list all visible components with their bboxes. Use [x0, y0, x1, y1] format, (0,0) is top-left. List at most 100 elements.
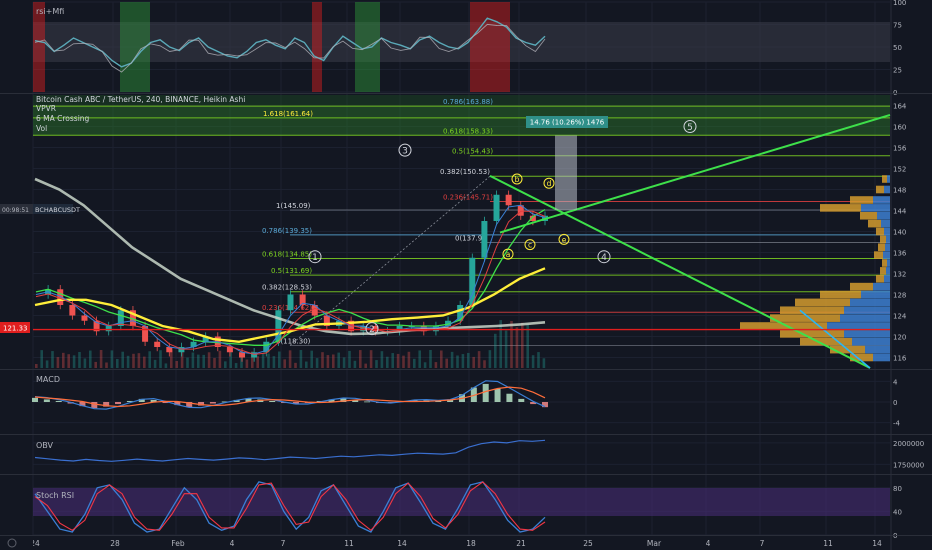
volume-bar-84 — [488, 350, 492, 368]
volume-bar-35 — [224, 361, 227, 368]
rsi-pane-title: rsi+Mfi — [36, 7, 64, 16]
time-tick-10: Mar — [647, 539, 662, 548]
vpvr-bar-orange-3 — [820, 204, 861, 212]
vpvr-bar-orange-10 — [882, 259, 887, 267]
vpvr-bar-blue-17 — [840, 314, 890, 322]
main-pane-title: Bitcoin Cash ABC / TetherUS, 240, BINANC… — [36, 95, 245, 104]
vpvr-bar-blue-12 — [884, 274, 890, 283]
symbol-tag-text: BCHABCUSDT — [35, 206, 80, 214]
volume-bar-64 — [380, 351, 384, 368]
volume-bar-65 — [386, 356, 389, 368]
vpvr-bar-blue-15 — [850, 298, 890, 307]
volume-bar-10 — [89, 350, 92, 368]
rsi-ticks-tick-3: 25 — [893, 67, 902, 75]
time-tick-14: 14 — [872, 539, 882, 548]
volume-bar-93 — [537, 352, 540, 368]
fib-label-7: 0.786(139.35) — [262, 227, 312, 235]
rsi-ticks-tick-0: 100 — [893, 0, 906, 7]
time-tick-7: 18 — [466, 539, 476, 548]
fib-label-11: 0.382(128.53) — [262, 284, 312, 292]
volume-bar-63 — [375, 360, 378, 368]
obv-ticks-tick-0: 2000000 — [893, 440, 924, 448]
volume-bar-83 — [483, 360, 486, 368]
measure-label-text: 14.76 (10.26%) 1476 — [530, 119, 605, 127]
volume-bar-86 — [499, 320, 502, 368]
macd-hist-bar-7 — [115, 402, 122, 405]
vpvr-bar-orange-2 — [850, 196, 873, 204]
obv-ticks-tick-1: 1750000 — [893, 461, 924, 469]
volume-bar-78 — [456, 355, 459, 368]
time-tick-9: 25 — [583, 539, 593, 548]
settings-corner[interactable] — [0, 536, 33, 550]
main-ticks-tick-4: 148 — [893, 187, 906, 195]
volume-bar-70 — [413, 358, 416, 368]
vpvr-bar-blue-6 — [884, 227, 890, 236]
volume-bar-61 — [364, 363, 367, 368]
vpvr-bar-orange-14 — [820, 290, 861, 299]
main-ticks-tick-3: 152 — [893, 166, 906, 174]
volume-bar-85 — [494, 333, 497, 368]
candle-body-38 — [493, 194, 500, 221]
volume-bar-42 — [261, 353, 265, 368]
volume-bar-71 — [418, 350, 421, 368]
left-price-tag-text: 00:98:51 — [2, 207, 29, 214]
rsi-ticks-tick-2: 50 — [893, 44, 902, 52]
time-tick-8: 21 — [516, 539, 526, 548]
vpvr-bar-blue-5 — [881, 219, 890, 228]
vpvr-bar-blue-1 — [884, 185, 890, 194]
main-ticks-tick-8: 132 — [893, 271, 906, 279]
symbol-tag[interactable]: BCHABCUSDT — [33, 204, 80, 214]
volume-bar-9 — [83, 358, 87, 368]
main-ticks-tick-9: 128 — [893, 292, 906, 300]
volume-bar-5 — [62, 352, 65, 368]
indicator-vpvr: VPVR — [36, 104, 56, 113]
volume-bar-73 — [429, 350, 432, 368]
candle-body-39 — [505, 194, 512, 206]
volume-bar-67 — [396, 353, 400, 368]
main-ticks-tick-6: 140 — [893, 229, 906, 237]
obv-pane-title: OBV — [36, 441, 54, 450]
volume-bar-14 — [110, 350, 114, 368]
main-ticks-tick-5: 144 — [893, 208, 907, 216]
vpvr-bar-orange-17 — [770, 314, 840, 322]
wave-correction-label-2: c — [528, 241, 532, 250]
volume-bar-24 — [164, 363, 168, 368]
volume-bar-30 — [197, 354, 200, 368]
volume-bar-32 — [207, 352, 211, 368]
main-ticks-tick-2: 156 — [893, 145, 907, 153]
fib-label-4: 0.382(150.53) — [440, 168, 490, 176]
volume-bar-34 — [218, 350, 222, 368]
vpvr-bar-orange-12 — [876, 274, 884, 283]
trading-chart[interactable]: rsi+Mfi 1007550250 0.786(163.88)1.618(16… — [0, 0, 932, 550]
volume-bar-46 — [283, 359, 286, 368]
macd-hist-bar-5 — [91, 402, 98, 409]
wave-correction-label-4: e — [562, 235, 567, 244]
volume-bar-12 — [99, 350, 103, 368]
volume-bar-28 — [186, 357, 189, 368]
volume-bar-68 — [402, 355, 405, 368]
volume-bar-17 — [126, 355, 130, 368]
volume-bar-77 — [450, 351, 454, 368]
candle-body-10 — [154, 341, 161, 347]
fib-label-1: 1.618(161.64) — [263, 110, 313, 118]
main-ticks-tick-0: 164 — [893, 103, 907, 111]
volume-bar-62 — [369, 350, 373, 368]
volume-bar-57 — [342, 357, 346, 368]
candle-body-37 — [481, 221, 488, 258]
volume-bar-20 — [143, 356, 146, 368]
vpvr-bar-orange-7 — [880, 235, 886, 244]
volume-bar-72 — [423, 362, 427, 368]
wave-impulse-label-3: 4 — [601, 253, 607, 263]
volume-bar-92 — [531, 355, 535, 368]
macd-pane-title: MACD — [36, 375, 60, 384]
fib-label-12: 0.236(124.62) — [262, 304, 312, 312]
macd-hist-bar-20 — [269, 400, 276, 402]
macd-hist-bar-15 — [209, 402, 216, 404]
vpvr-bar-blue-8 — [885, 243, 890, 252]
stoch-pane-title: Stoch RSI — [36, 491, 74, 500]
volume-bar-58 — [348, 350, 351, 368]
fib-label-3: 0.5(154.43) — [452, 148, 493, 156]
volume-bar-49 — [299, 350, 303, 368]
main-ticks-tick-12: 116 — [893, 355, 907, 363]
vpvr-bar-blue-2 — [873, 196, 890, 204]
